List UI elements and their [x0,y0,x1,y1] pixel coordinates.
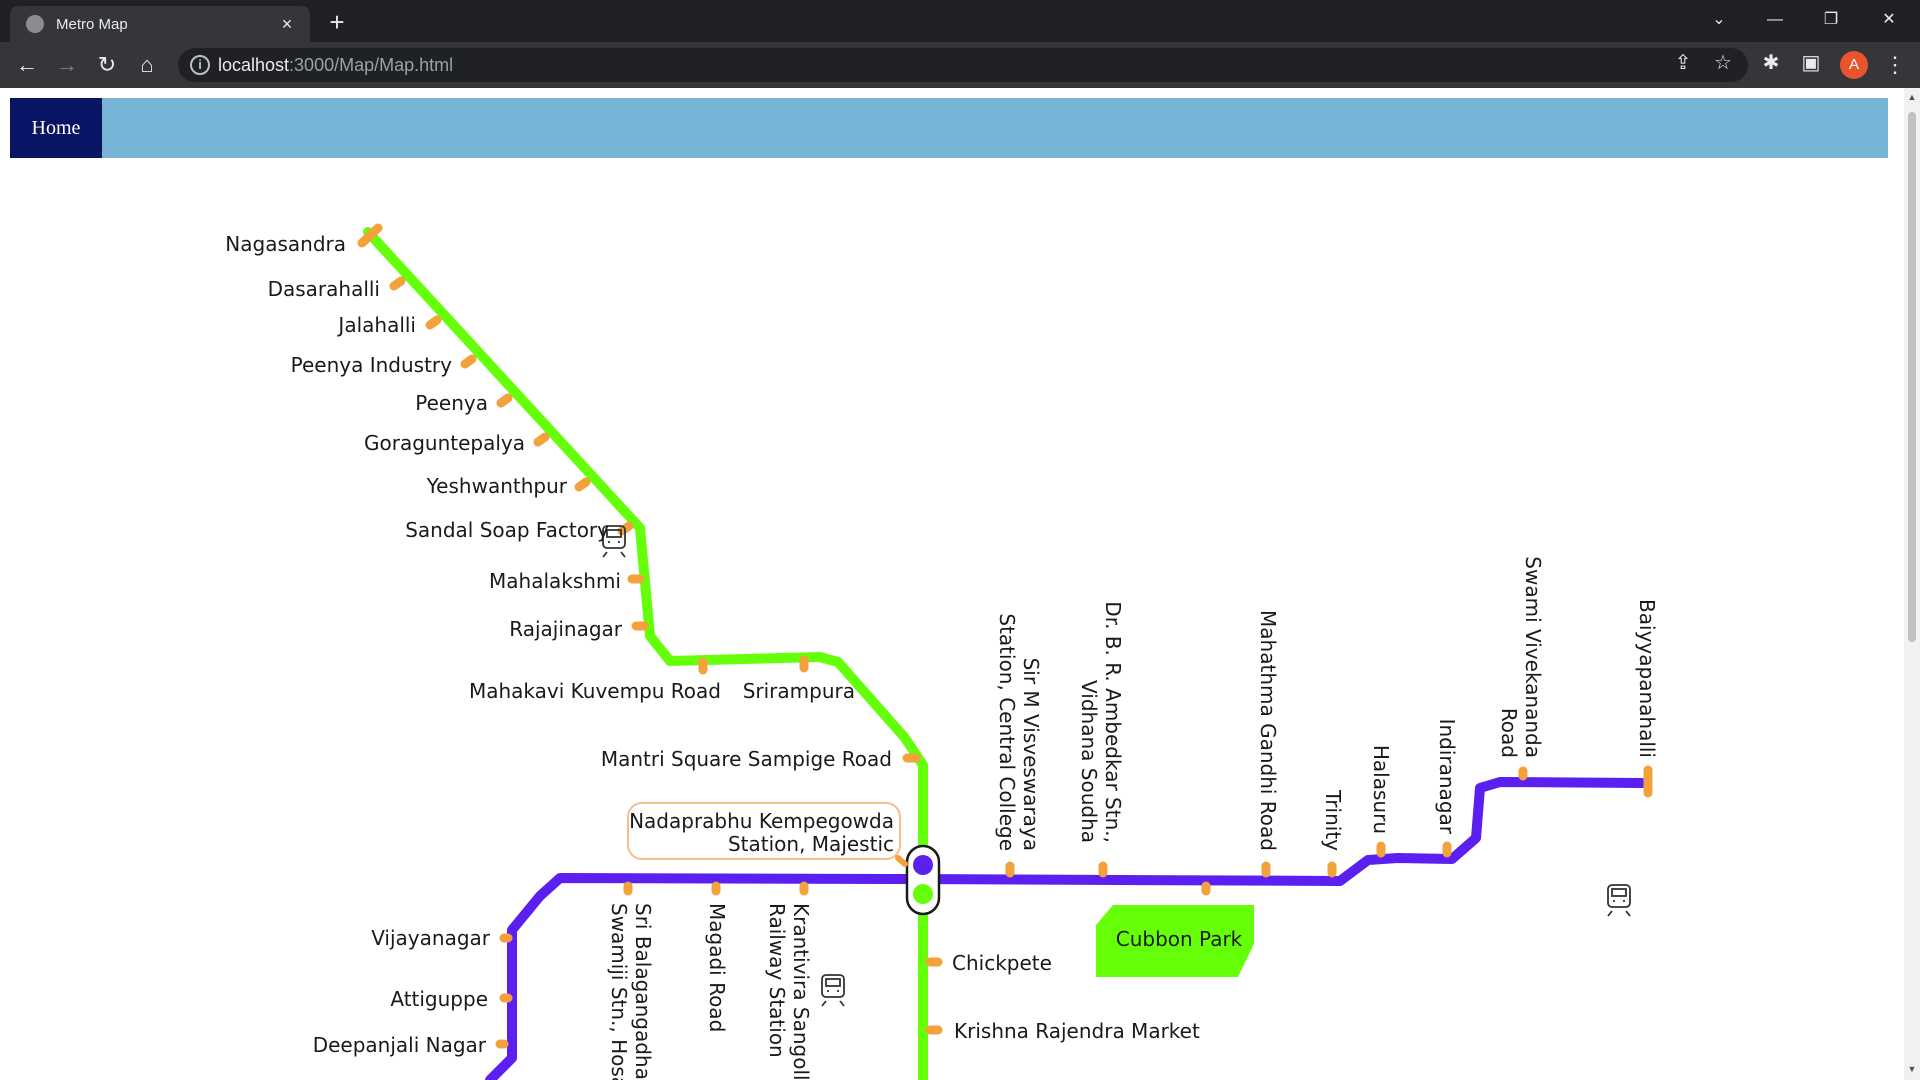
interchange-purple-dot [913,855,933,875]
page-viewport: Home Cubbon Park Nagasandra Dasarahalli … [0,88,1904,1080]
url-path: :3000/Map/Map.html [289,55,454,75]
station-tick [460,354,477,369]
station-label[interactable]: Dasarahalli [268,277,380,301]
browser-toolbar: ← → ↻ ⌂ i localhost:3000/Map/Map.html ⇪ … [0,42,1920,88]
interchange-green-dot [913,884,933,904]
side-panel-icon[interactable]: ▣ [1796,48,1826,78]
station-label-line1[interactable]: Swami Vivekananda [1521,556,1545,758]
station-tick [389,276,406,291]
station-label[interactable]: Indiranagar [1435,719,1459,835]
url-text: localhost:3000/Map/Map.html [218,55,453,76]
puzzle-icon[interactable]: ✱ [1756,48,1786,78]
reload-icon[interactable]: ↻ [92,50,122,80]
station-label-line2[interactable]: Station, Central College [995,613,1019,851]
station-label[interactable]: Jalahalli [336,313,416,337]
station-label[interactable]: Mantri Square Sampige Road [601,747,892,771]
station-label[interactable]: Mahalakshmi [489,569,621,593]
chevron-down-icon[interactable]: ⌄ [1696,4,1742,36]
station-tick [425,315,442,330]
minimize-icon[interactable]: — [1752,4,1798,36]
station-label-line1[interactable]: Magadi Road [705,903,729,1032]
station-label[interactable]: Mahakavi Kuvempu Road [469,679,721,703]
restore-icon[interactable]: ❐ [1808,4,1854,36]
profile-avatar[interactable]: A [1840,51,1868,79]
station-label-line2[interactable]: Vidhana Soudha [1077,680,1101,843]
browser-tab[interactable]: Metro Map × [10,6,310,42]
park-label: Cubbon Park [1116,927,1243,951]
station-label-line1[interactable]: Krantivira Sangolli [789,903,813,1080]
station-label[interactable]: Sandal Soap Factory [405,518,609,542]
station-label[interactable]: Chickpete [952,951,1052,975]
station-label[interactable]: Rajajinagar [509,617,623,641]
kebab-menu-icon[interactable]: ⋮ [1880,50,1910,80]
scroll-up-icon[interactable]: ▲ [1907,92,1917,102]
new-tab-button[interactable]: + [322,8,352,38]
train-depot-icon [1607,884,1631,917]
scroll-down-icon[interactable]: ▼ [1907,1064,1917,1074]
purple-center-labels: Sri Balagangadhar Swamiji Stn., Hosa Mag… [607,903,813,1080]
station-label[interactable]: Trinity [1321,789,1345,851]
station-label[interactable]: Deepanjali Nagar [313,1033,487,1057]
home-icon[interactable]: ⌂ [132,50,162,80]
scrollbar-thumb[interactable] [1908,112,1916,642]
interchange-label-line2[interactable]: Station, Majestic [728,832,894,856]
station-label-line2[interactable]: Road [1497,708,1521,758]
station-label-line2[interactable]: Swamiji Stn., Hosa [607,903,631,1080]
station-label[interactable]: Krishna Rajendra Market [954,1019,1200,1043]
tab-close-icon[interactable]: × [276,13,298,35]
station-label-line2[interactable]: Railway Station [765,903,789,1058]
station-label[interactable]: Nagasandra [225,232,346,256]
station-label[interactable]: Peenya Industry [291,353,453,377]
close-icon[interactable]: ✕ [1866,4,1912,36]
station-tick [574,477,591,492]
purple-west-labels: Vijayanagar Attiguppe Deepanjali Nagar [313,926,491,1057]
address-bar[interactable]: i localhost:3000/Map/Map.html [178,48,1748,82]
purple-east-labels: Sir M Visveswaraya Station, Central Coll… [995,556,1659,851]
station-label[interactable]: Attiguppe [390,987,488,1011]
interchange-tick [895,855,908,867]
station-label[interactable]: Halasuru [1369,745,1393,834]
tab-title: Metro Map [56,15,128,33]
station-label[interactable]: Yeshwanthpur [426,474,568,498]
metro-map: Cubbon Park Nagasandra Dasarahalli Jalah… [225,223,1659,1080]
station-label[interactable]: Goraguntepalya [364,431,525,455]
station-label[interactable]: Peenya [415,391,488,415]
forward-arrow-icon[interactable]: → [52,50,82,80]
share-icon[interactable]: ⇪ [1668,48,1698,78]
interchange-label-line1[interactable]: Nadaprabhu Kempegowda [629,809,894,833]
page-scrollbar[interactable]: ▲ ▼ [1904,88,1920,1080]
browser-tab-strip: Metro Map × + ⌄ — ❐ ✕ [0,0,1920,42]
star-icon[interactable]: ☆ [1708,48,1738,78]
station-label-line1[interactable]: Sri Balagangadhar [631,903,655,1080]
station-label[interactable]: Mahathma Gandhi Road [1256,610,1280,851]
station-label[interactable]: Srirampura [743,679,855,703]
station-label-line1[interactable]: Dr. B. R. Ambedkar Stn., [1101,601,1125,843]
station-label[interactable]: Baiyyapanahalli [1635,599,1659,758]
station-label[interactable]: Vijayanagar [371,926,491,950]
back-arrow-icon[interactable]: ← [12,50,42,80]
station-tick [496,393,513,408]
train-depot-icon [821,974,845,1007]
globe-icon [26,15,44,33]
station-label-line1[interactable]: Sir M Visveswaraya [1019,658,1043,851]
station-tick [533,432,550,447]
info-icon[interactable]: i [190,55,210,75]
url-host: localhost [218,55,290,75]
